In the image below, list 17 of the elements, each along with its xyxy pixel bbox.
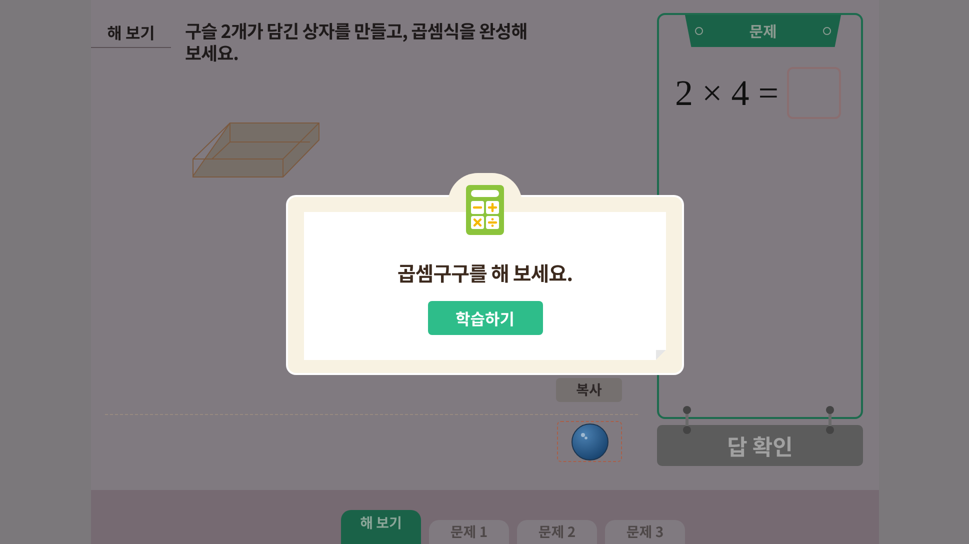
binder-ring-icon: [682, 405, 692, 435]
tab[interactable]: 문제 1: [429, 520, 509, 544]
marble-drawing: [570, 422, 608, 460]
section-label: 해 보기: [91, 20, 171, 48]
marble-slot[interactable]: [557, 421, 622, 462]
equation-text: 2 × 4 =: [675, 72, 779, 114]
tab[interactable]: 문제 2: [517, 520, 597, 544]
tab[interactable]: 문제 3: [605, 520, 685, 544]
copy-button[interactable]: 복사: [556, 378, 622, 402]
card-title: 문제: [749, 20, 777, 42]
learn-button[interactable]: 학습하기: [428, 301, 542, 335]
question-text: 구슬 2개가 담긴 상자를 만들고, 곱셈식을 완성해 보세요.: [185, 20, 528, 64]
tab[interactable]: 해 보기: [341, 510, 421, 544]
hole-icon: [695, 27, 703, 35]
dialog-message: 곱셈구구를 해 보세요.: [397, 258, 573, 287]
hole-icon: [822, 27, 831, 35]
binder-ring-icon: [825, 405, 835, 435]
